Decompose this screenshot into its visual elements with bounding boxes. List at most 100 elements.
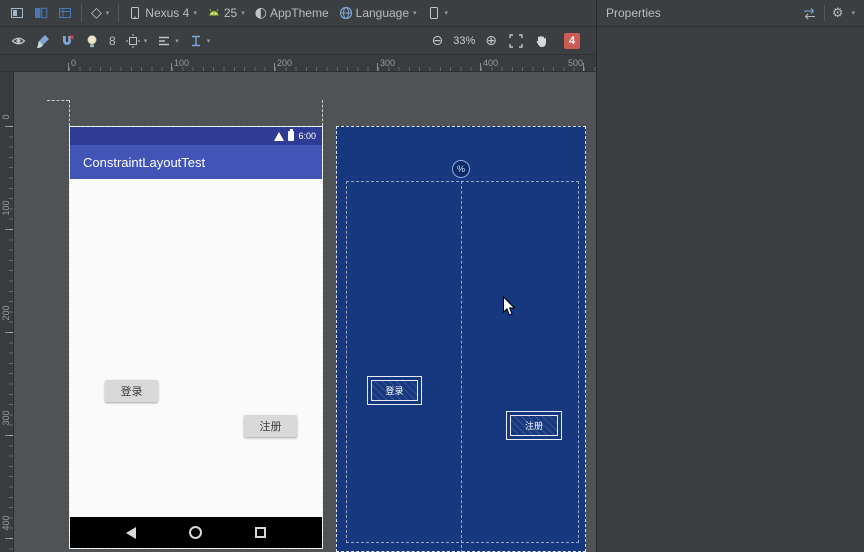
register-button-design[interactable]: 注册 xyxy=(244,415,297,437)
layout-variant-selector[interactable]: ◇ ▾ xyxy=(86,4,114,22)
vertical-guideline[interactable] xyxy=(461,181,462,552)
chevron-down-icon: ▾ xyxy=(175,37,179,45)
selection-guide xyxy=(47,100,69,101)
mouse-cursor xyxy=(503,296,516,316)
properties-actions: ⚙ ▾ xyxy=(802,5,855,21)
properties-body xyxy=(597,27,864,552)
login-button-blueprint[interactable]: 登录 xyxy=(367,376,422,405)
chevron-down-icon: ▾ xyxy=(851,10,855,17)
selection-guide xyxy=(322,100,323,126)
ruler-label: 0 xyxy=(71,58,77,68)
register-button-blueprint[interactable]: 注册 xyxy=(506,411,562,440)
ruler-label: 200 xyxy=(277,58,293,68)
ruler-tick xyxy=(5,229,13,230)
design-surface-icon xyxy=(11,8,23,18)
design-blueprint-mode-button[interactable] xyxy=(29,4,53,22)
split-view-icon xyxy=(35,7,48,19)
chevron-down-icon: ▾ xyxy=(241,10,245,17)
api-version-selector[interactable]: 25 ▾ xyxy=(202,4,250,22)
blueprint-mode-button[interactable] xyxy=(53,4,77,22)
language-selector[interactable]: Language ▾ xyxy=(334,4,422,22)
status-bar: 6:00 xyxy=(70,127,322,145)
wifi-icon xyxy=(274,131,285,141)
theme-selector[interactable]: ◐ AppTheme xyxy=(250,4,334,22)
zoom-fit-button[interactable] xyxy=(504,32,528,50)
paintbrush-icon xyxy=(37,34,49,48)
properties-panel: Properties ⚙ ▾ xyxy=(596,0,864,552)
gear-icon[interactable]: ⚙ xyxy=(832,7,844,20)
android-icon xyxy=(209,9,219,16)
zoom-level: 33% xyxy=(453,34,476,47)
editor-main-toolbar: ◇ ▾ Nexus 4 ▾ 25 ▾ ◐ AppTheme Language ▾… xyxy=(0,0,596,27)
chevron-down-icon: ▾ xyxy=(444,10,449,17)
ruler-label: 400 xyxy=(1,515,11,531)
ruler-label: 500 xyxy=(568,58,584,68)
design-view[interactable]: 6:00 ConstraintLayoutTest 登录 注册 xyxy=(69,126,323,549)
infer-constraints-button[interactable] xyxy=(80,32,104,50)
device-selector[interactable]: Nexus 4 ▾ xyxy=(123,4,202,22)
chevron-down-icon: ▾ xyxy=(143,37,148,45)
percent-badge[interactable]: % xyxy=(452,160,470,178)
ruler-label: 400 xyxy=(483,58,499,68)
constraint-layout-content[interactable]: 登录 注册 xyxy=(70,179,322,517)
nav-back-icon xyxy=(126,526,137,539)
align-menu[interactable]: ▾ xyxy=(152,32,184,50)
theme-paint-button[interactable] xyxy=(31,32,55,50)
pan-button[interactable] xyxy=(530,32,554,50)
swap-arrows-icon[interactable] xyxy=(802,7,817,20)
ruler-label: 100 xyxy=(1,200,11,216)
api-label: 25 xyxy=(223,6,238,20)
hand-icon xyxy=(536,35,546,47)
orientation-selector[interactable]: ▾ xyxy=(422,4,454,22)
lightbulb-icon xyxy=(87,34,97,47)
login-button-design[interactable]: 登录 xyxy=(105,380,158,402)
design-surface-toolbar: 8 ▾ ▾ ▾ ⊖ 33% ⊕ 4 xyxy=(0,27,596,55)
align-icon xyxy=(159,36,170,45)
login-button-blueprint-label: 登录 xyxy=(371,380,418,401)
zoom-controls: ⊖ 33% ⊕ 4 xyxy=(427,32,591,50)
properties-header: Properties ⚙ ▾ xyxy=(597,0,864,27)
diamond-icon: ◇ xyxy=(91,5,102,21)
app-bar: ConstraintLayoutTest xyxy=(70,145,322,179)
chevron-down-icon: ▾ xyxy=(105,10,110,17)
android-studio-layout-editor: ◇ ▾ Nexus 4 ▾ 25 ▾ ◐ AppTheme Language ▾… xyxy=(0,0,864,552)
ruler-tick xyxy=(68,63,69,71)
ruler-label: 300 xyxy=(380,58,396,68)
horizontal-ruler: 0 100 200 300 400 500 xyxy=(0,55,596,72)
selection-guide xyxy=(69,100,70,126)
eye-icon xyxy=(11,37,26,44)
chevron-down-icon: ▾ xyxy=(413,10,417,17)
zoom-out-icon: ⊖ xyxy=(431,32,444,49)
app-bar-title: ConstraintLayoutTest xyxy=(83,154,206,170)
distribute-menu[interactable]: ▾ xyxy=(184,32,216,50)
magnet-off-icon xyxy=(63,34,74,45)
design-surface[interactable]: 6:00 ConstraintLayoutTest 登录 注册 % 登录 注册 xyxy=(0,72,596,552)
ruler-tick xyxy=(377,63,378,71)
error-count-badge[interactable]: 4 xyxy=(564,32,580,49)
zoom-out-button[interactable]: ⊖ xyxy=(427,32,449,50)
header-separator xyxy=(823,5,825,21)
blueprint-root-outline[interactable] xyxy=(346,181,579,543)
ruler-tick xyxy=(5,435,13,436)
battery-icon xyxy=(288,129,295,141)
ruler-tick xyxy=(5,538,13,539)
vertical-ruler: 0 100 200 300 400 xyxy=(0,72,14,552)
device-label: Nexus 4 xyxy=(145,6,190,20)
show-decorations-button[interactable] xyxy=(6,32,31,50)
autoconnect-toggle[interactable] xyxy=(55,32,80,50)
ruler-label: 100 xyxy=(174,58,190,68)
margin-value-label: 8 xyxy=(109,33,116,48)
zoom-in-button[interactable]: ⊕ xyxy=(480,32,502,50)
design-mode-button[interactable] xyxy=(5,4,29,22)
margin-menu[interactable]: ▾ xyxy=(121,32,153,50)
fit-screen-icon xyxy=(509,33,523,48)
layout-editor: ◇ ▾ Nexus 4 ▾ 25 ▾ ◐ AppTheme Language ▾… xyxy=(0,0,596,552)
portrait-phone-icon xyxy=(429,7,438,19)
default-margin-value[interactable]: 8 xyxy=(104,32,121,50)
theme-icon: ◐ xyxy=(254,5,267,21)
blueprint-view[interactable]: % 登录 注册 xyxy=(336,126,586,552)
phone-icon xyxy=(131,7,140,19)
ruler-tick xyxy=(274,63,275,71)
language-label: Language xyxy=(355,6,410,20)
ruler-label: 0 xyxy=(1,114,11,120)
